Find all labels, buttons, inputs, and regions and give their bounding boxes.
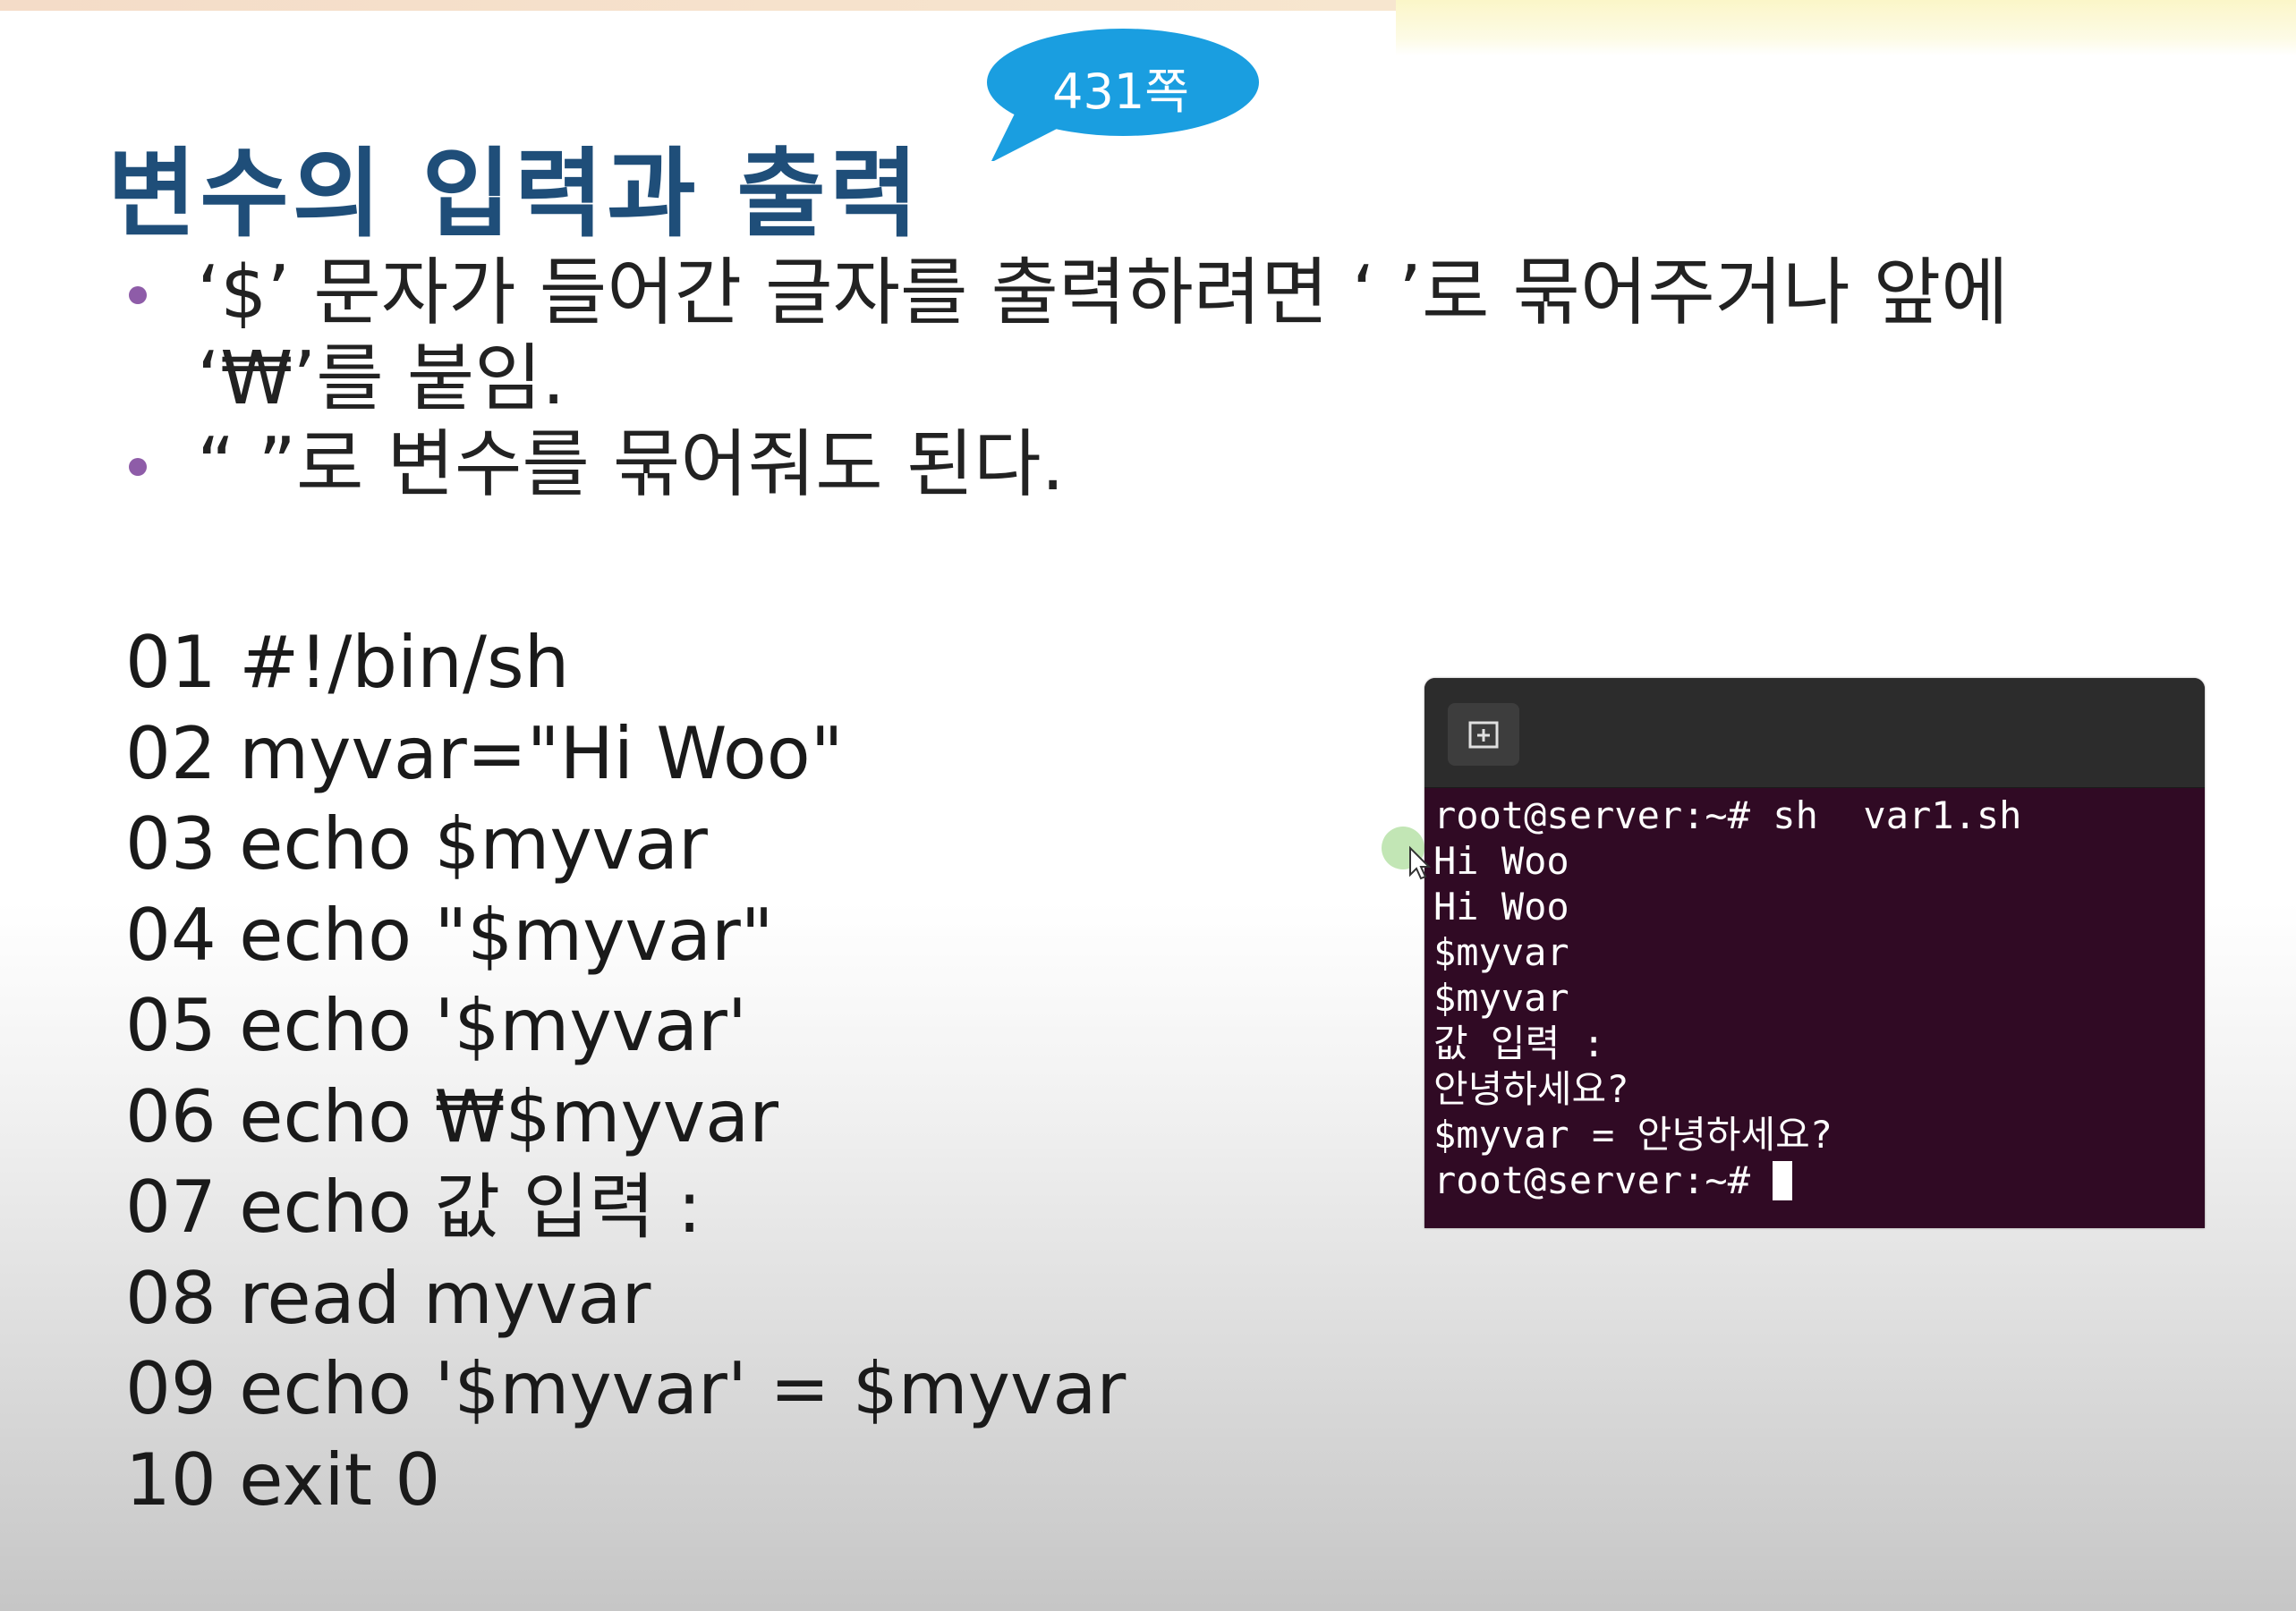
terminal-line: root@server:~# sh var1.sh <box>1433 793 2022 837</box>
code-line: 07 echo 값 입력 : <box>125 1166 702 1249</box>
terminal-line: 값 입력 : <box>1433 1022 1605 1065</box>
terminal-line: $myvar <box>1433 976 1569 1020</box>
code-line: 10 exit 0 <box>125 1437 441 1522</box>
terminal-line: Hi Woo <box>1433 839 1569 883</box>
new-tab-button[interactable] <box>1448 703 1519 766</box>
mouse-pointer-icon <box>1378 814 1450 886</box>
code-line: 03 echo $myvar <box>125 802 708 886</box>
code-line: 01 #!/bin/sh <box>125 621 570 704</box>
page-reference-bubble: 431쪽 <box>980 27 1262 161</box>
bullet-dot <box>129 286 147 304</box>
terminal-line: Hi Woo <box>1433 885 1569 928</box>
code-line: 04 echo "$myvar" <box>125 893 774 977</box>
code-line: 05 echo '$myvar' <box>125 984 747 1067</box>
code-line: 02 myvar="Hi Woo" <box>125 711 844 795</box>
terminal-line: $myvar <box>1433 930 1569 974</box>
page-reference-label: 431쪽 <box>1052 64 1189 120</box>
new-tab-icon <box>1468 721 1499 749</box>
slide-title: 변수의 입력과 출력 <box>107 139 923 250</box>
terminal-cursor <box>1773 1161 1793 1200</box>
terminal-prompt: root@server:~# <box>1433 1158 1773 1202</box>
bullet-item: “ ”로 변수를 묶어줘도 된다. <box>125 422 2183 508</box>
terminal-output[interactable]: root@server:~# sh var1.sh Hi Woo Hi Woo … <box>1433 793 2021 1203</box>
code-line: 08 read myvar <box>125 1256 651 1340</box>
bullet-dot <box>129 458 147 476</box>
terminal-header-bar <box>1424 678 2205 788</box>
terminal-line: 안녕하세요? <box>1433 1067 1629 1111</box>
script-code-listing: 01 #!/bin/sh 02 myvar="Hi Woo" 03 echo $… <box>125 617 1126 1525</box>
bullet-item: ‘$’ 문자가 들어간 글자를 출력하려면 ‘ ’로 묶어주거나 앞에 ‘₩’를… <box>125 250 2183 422</box>
terminal-prompt-line[interactable]: root@server:~# <box>1433 1157 2021 1203</box>
code-line: 09 echo '$myvar' = $myvar <box>125 1347 1127 1430</box>
terminal-window[interactable]: root@server:~# sh var1.sh Hi Woo Hi Woo … <box>1424 678 2205 1228</box>
terminal-line: $myvar = 안녕하세요? <box>1433 1113 1833 1157</box>
bullet-text: “ ”로 변수를 묶어줘도 된다. <box>197 422 1065 507</box>
code-line: 06 echo ₩$myvar <box>125 1074 779 1158</box>
bullet-list: ‘$’ 문자가 들어간 글자를 출력하려면 ‘ ’로 묶어주거나 앞에 ‘₩’를… <box>125 250 2183 508</box>
bullet-text: ‘$’ 문자가 들어간 글자를 출력하려면 ‘ ’로 묶어주거나 앞에 ‘₩’를… <box>197 250 2009 421</box>
top-highlight-glow <box>1396 0 2296 55</box>
